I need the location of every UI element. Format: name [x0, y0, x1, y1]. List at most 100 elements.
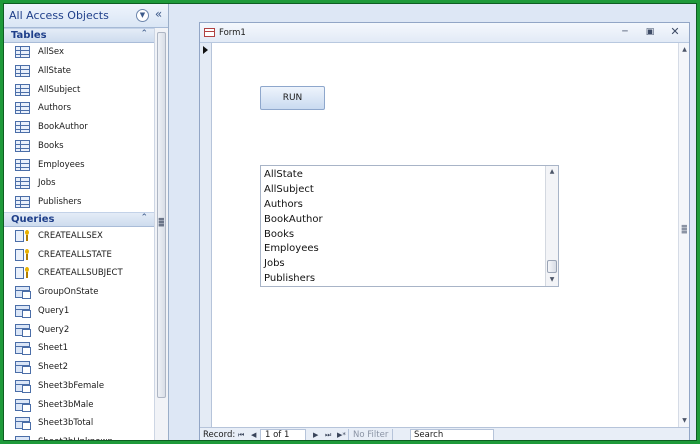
select-query-icon: [15, 361, 31, 374]
nav-item-label: Employees: [38, 159, 85, 170]
group-header-tables[interactable]: Tables ⌃: [4, 28, 154, 43]
table-icon: [15, 83, 30, 96]
scrollbar-thumb[interactable]: [547, 260, 557, 273]
nav-item-label: Authors: [38, 103, 72, 114]
first-record-icon[interactable]: ⏮: [238, 431, 244, 440]
scroll-up-icon[interactable]: ▲: [680, 45, 689, 54]
nav-item-label: Sheet3bFemale: [38, 380, 105, 391]
nav-item-label: Sheet2: [38, 362, 68, 372]
nav-item-query1[interactable]: Query1: [4, 302, 154, 321]
listbox-item[interactable]: Jobs: [263, 257, 545, 272]
make-table-query-icon: [15, 248, 29, 261]
table-icon: [15, 196, 30, 208]
listbox-item[interactable]: Employees: [263, 242, 545, 257]
select-query-icon: [15, 436, 30, 440]
select-query-icon: [15, 323, 31, 337]
listbox-item[interactable]: AllSubject: [263, 183, 545, 198]
select-query-icon: [15, 379, 31, 393]
nav-item-sheet3btotal[interactable]: Sheet3bTotal: [4, 414, 154, 433]
listbox-scrollbar[interactable]: ▲ ▼: [545, 166, 558, 286]
nav-item-employees[interactable]: Employees: [4, 156, 154, 175]
nav-item-label: BookAuthor: [38, 122, 88, 132]
form-window: Form1 ─ ▣ ✕ RUN AllState AllSubject Author…: [199, 22, 690, 440]
filter-toggle[interactable]: No Filter: [348, 429, 394, 440]
nav-item-grouponstate[interactable]: GroupOnState: [4, 283, 154, 302]
close-icon[interactable]: ✕: [667, 26, 683, 38]
listbox-item[interactable]: Books: [263, 228, 545, 243]
app-frame: All Access Objects ▼ « Tables ⌃ AllSex Al…: [3, 3, 697, 441]
nav-item-label: GroupOnState: [38, 287, 99, 297]
nav-item-createallsubject[interactable]: CREATEALLSUBJECT: [4, 264, 154, 283]
new-record-icon[interactable]: ▶*: [337, 431, 346, 439]
nav-pane-header[interactable]: All Access Objects ▼ «: [4, 4, 168, 28]
table-icon: [15, 102, 30, 115]
restore-icon[interactable]: ▣: [642, 26, 658, 38]
nav-item-label: Sheet3bUnknown: [38, 437, 113, 440]
previous-record-icon[interactable]: ◀: [251, 431, 256, 439]
minimize-icon[interactable]: ─: [617, 26, 633, 38]
listbox-item[interactable]: BookAuthor: [263, 213, 545, 228]
nav-item-label: Sheet3bTotal: [38, 418, 94, 429]
nav-item-label: Query2: [38, 324, 70, 335]
run-button[interactable]: RUN: [260, 86, 325, 110]
group-title: Tables: [11, 30, 47, 41]
nav-item-publishers[interactable]: Publishers: [4, 193, 154, 212]
scroll-down-icon[interactable]: ▼: [680, 416, 689, 425]
form-title: Form1: [219, 28, 246, 38]
form-title-bar[interactable]: Form1 ─ ▣ ✕: [200, 23, 689, 43]
listbox-items: AllState AllSubject Authors BookAuthor Books…: [263, 168, 545, 286]
nav-pane-menu-icon[interactable]: ▼: [136, 9, 149, 22]
tables-listbox[interactable]: AllState AllSubject Authors BookAuthor Books…: [260, 165, 559, 287]
nav-item-bookauthor[interactable]: BookAuthor: [4, 118, 154, 137]
nav-item-sheet1[interactable]: Sheet1: [4, 339, 154, 358]
nav-item-label: Sheet1: [38, 343, 68, 354]
form-vertical-scrollbar[interactable]: ▲ ▬ ▬ ▬ ▼: [678, 43, 689, 427]
nav-item-allsex[interactable]: AllSex: [4, 43, 154, 62]
select-query-icon: [15, 304, 31, 318]
group-header-queries[interactable]: Queries ⌃: [4, 211, 154, 227]
tables-list: AllSex AllState AllSubject Authors BookAutho…: [4, 43, 154, 212]
nav-item-label: CREATEALLSUBJECT: [38, 268, 123, 279]
make-table-query-icon: [15, 267, 29, 280]
record-label: Record:: [203, 430, 236, 440]
nav-item-sheet3bmale[interactable]: Sheet3bMale: [4, 396, 154, 415]
nav-item-query2[interactable]: Query2: [4, 321, 154, 340]
nav-item-createallstate[interactable]: CREATEALLSTATE: [4, 246, 154, 265]
nav-item-sheet3bfemale[interactable]: Sheet3bFemale: [4, 377, 154, 396]
nav-pane-title[interactable]: All Access Objects: [9, 9, 109, 22]
nav-item-label: Sheet3bMale: [38, 399, 94, 410]
nav-item-label: Books: [38, 140, 64, 151]
nav-pane-body: Tables ⌃ AllSex AllState AllSubject Authors…: [4, 28, 154, 440]
nav-item-allstate[interactable]: AllState: [4, 62, 154, 81]
last-record-icon[interactable]: ⏭: [325, 431, 331, 440]
nav-item-label: CREATEALLSTATE: [38, 249, 112, 260]
next-record-icon[interactable]: ▶: [313, 431, 318, 439]
nav-item-authors[interactable]: Authors: [4, 99, 154, 118]
current-record-field[interactable]: 1 of 1: [260, 429, 306, 440]
table-icon: [15, 121, 30, 133]
workspace: Form1 ─ ▣ ✕ RUN AllState AllSubject Author…: [169, 4, 696, 440]
shutter-bar-collapse-icon[interactable]: «: [152, 8, 165, 22]
scroll-down-icon[interactable]: ▼: [548, 276, 556, 284]
listbox-item[interactable]: AllState: [263, 168, 545, 183]
listbox-item[interactable]: Publishers: [263, 272, 545, 286]
nav-item-sheet2[interactable]: Sheet2: [4, 358, 154, 377]
nav-item-jobs[interactable]: Jobs: [4, 174, 154, 193]
select-query-icon: [15, 286, 31, 299]
listbox-item[interactable]: Authors: [263, 198, 545, 213]
nav-item-books[interactable]: Books: [4, 137, 154, 156]
nav-pane-scrollbar[interactable]: ▬ ▬ ▬: [154, 28, 168, 440]
nav-item-label: AllSubject: [38, 84, 81, 95]
record-selector[interactable]: [200, 43, 212, 427]
select-query-icon: [15, 398, 31, 412]
current-record-icon: [203, 46, 208, 54]
nav-item-sheet3bunknown[interactable]: Sheet3bUnknown: [4, 433, 154, 440]
form-detail-section: RUN AllState AllSubject Authors BookAuthor B…: [212, 43, 678, 427]
collapse-group-icon[interactable]: ⌃: [140, 213, 148, 223]
table-icon: [15, 46, 30, 58]
search-box[interactable]: Search: [410, 429, 494, 440]
scroll-up-icon[interactable]: ▲: [548, 168, 556, 176]
collapse-group-icon[interactable]: ⌃: [140, 29, 148, 39]
nav-item-createallsex[interactable]: CREATEALLSEX: [4, 227, 154, 246]
nav-item-allsubject[interactable]: AllSubject: [4, 81, 154, 100]
